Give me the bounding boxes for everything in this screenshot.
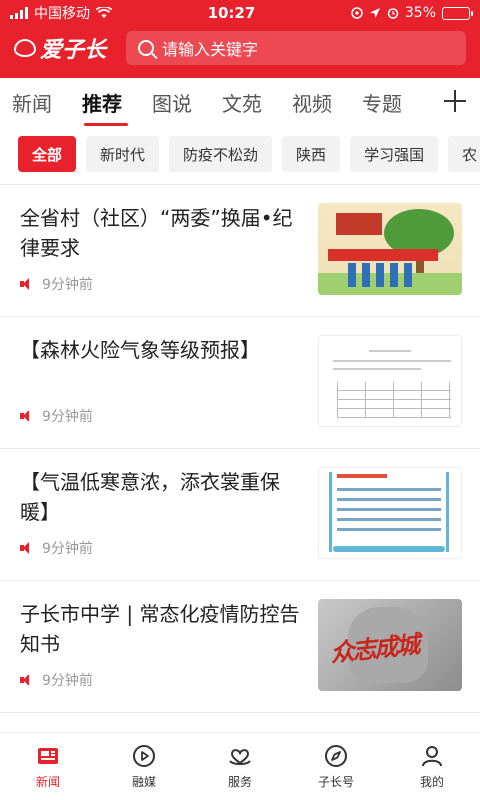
article-time: 9分钟前 — [42, 673, 93, 689]
article-time: 9分钟前 — [42, 409, 93, 425]
article-thumbnail: 众志成城 — [318, 599, 462, 691]
article-item[interactable]: 全省村（社区）“两委”换届•纪律要求 9分钟前 — [0, 185, 480, 317]
wifi-icon — [96, 7, 112, 18]
clock: 10:27 — [207, 4, 256, 22]
article-feed: 全省村（社区）“两委”换届•纪律要求 9分钟前 【森林火险气象等级预报】 9分钟… — [0, 184, 480, 713]
bottom-tab-label: 融媒 — [131, 775, 156, 789]
chip-study[interactable]: 学习强国 — [350, 136, 439, 172]
channel-tabs: 新闻 推荐 图说 文苑 视频 专题 — [0, 78, 480, 126]
tab-news[interactable]: 新闻 — [12, 78, 82, 126]
signal-icon — [10, 7, 28, 19]
article-item[interactable]: 【气温低寒意浓，添衣裳重保暖】 9分钟前 — [0, 449, 480, 581]
bottom-tab-label: 新闻 — [35, 775, 60, 789]
category-chips: 全部 新时代 防疫不松劲 陕西 学习强国 农 — [0, 126, 480, 184]
app-name: 爱子长 — [40, 38, 107, 63]
search-input[interactable]: 请输入关键字 — [126, 31, 466, 65]
logo-mark-icon — [14, 39, 36, 57]
play-icon — [133, 745, 155, 767]
chip-epidemic[interactable]: 防疫不松劲 — [169, 136, 273, 172]
article-thumbnail — [318, 467, 462, 559]
article-title: 全省村（社区）“两委”换届•纪律要求 — [20, 206, 293, 260]
tab-recommend[interactable]: 推荐 — [82, 78, 152, 126]
bottom-tab-media[interactable]: 融媒 — [96, 733, 192, 800]
speaker-icon[interactable] — [20, 278, 32, 290]
compass-icon — [325, 745, 347, 767]
orientation-lock-icon — [351, 7, 363, 19]
carrier-label: 中国移动 — [34, 6, 90, 22]
chip-agriculture[interactable]: 农 — [448, 136, 480, 172]
article-time: 9分钟前 — [42, 541, 93, 557]
article-thumbnail — [318, 203, 462, 295]
bottom-tab-label: 子长号 — [317, 775, 354, 789]
app-logo: 爱子长 — [14, 32, 114, 64]
article-item[interactable]: 子长市中学 | 常态化疫情防控告知书 9分钟前 众志成城 — [0, 581, 480, 713]
service-icon — [229, 749, 251, 765]
chip-shaanxi[interactable]: 陕西 — [282, 136, 341, 172]
article-item[interactable]: 【森林火险气象等级预报】 9分钟前 — [0, 317, 480, 449]
speaker-icon[interactable] — [20, 410, 32, 422]
chip-all[interactable]: 全部 — [18, 136, 77, 172]
chip-new-era[interactable]: 新时代 — [86, 136, 160, 172]
alarm-icon — [387, 8, 399, 19]
speaker-icon[interactable] — [20, 674, 32, 686]
article-thumbnail — [318, 335, 462, 427]
tab-video[interactable]: 视频 — [292, 78, 362, 126]
bottom-tab-mine[interactable]: 我的 — [384, 733, 480, 800]
tab-photo[interactable]: 图说 — [152, 78, 222, 126]
battery-percent: 35% — [404, 5, 436, 21]
search-placeholder: 请输入关键字 — [162, 40, 259, 59]
speaker-icon[interactable] — [20, 542, 32, 554]
article-title: 【森林火险气象等级预报】 — [20, 338, 260, 362]
news-icon — [38, 748, 58, 764]
bottom-tab-news[interactable]: 新闻 — [0, 733, 96, 800]
bottom-tab-service[interactable]: 服务 — [192, 733, 288, 800]
article-time: 9分钟前 — [42, 277, 93, 293]
article-title: 【气温低寒意浓，添衣裳重保暖】 — [20, 470, 280, 524]
user-icon — [422, 746, 442, 767]
search-icon — [138, 40, 154, 56]
tab-topics[interactable]: 专题 — [362, 78, 432, 126]
status-bar: 中国移动 10:27 35% — [0, 0, 480, 26]
bottom-tab-account[interactable]: 子长号 — [288, 733, 384, 800]
add-channel-icon[interactable] — [444, 90, 466, 112]
bottom-tab-label: 我的 — [419, 775, 444, 789]
app-header: 中国移动 10:27 35% 爱子长 请输入关键字 — [0, 0, 480, 78]
location-icon — [369, 8, 380, 18]
tab-literature[interactable]: 文苑 — [222, 78, 292, 126]
article-title: 子长市中学 | 常态化疫情防控告知书 — [20, 602, 300, 656]
bottom-tab-label: 服务 — [227, 775, 252, 789]
bottom-tab-bar: 新闻 融媒 服务 子长号 我的 — [0, 732, 480, 800]
battery-icon — [442, 6, 473, 20]
